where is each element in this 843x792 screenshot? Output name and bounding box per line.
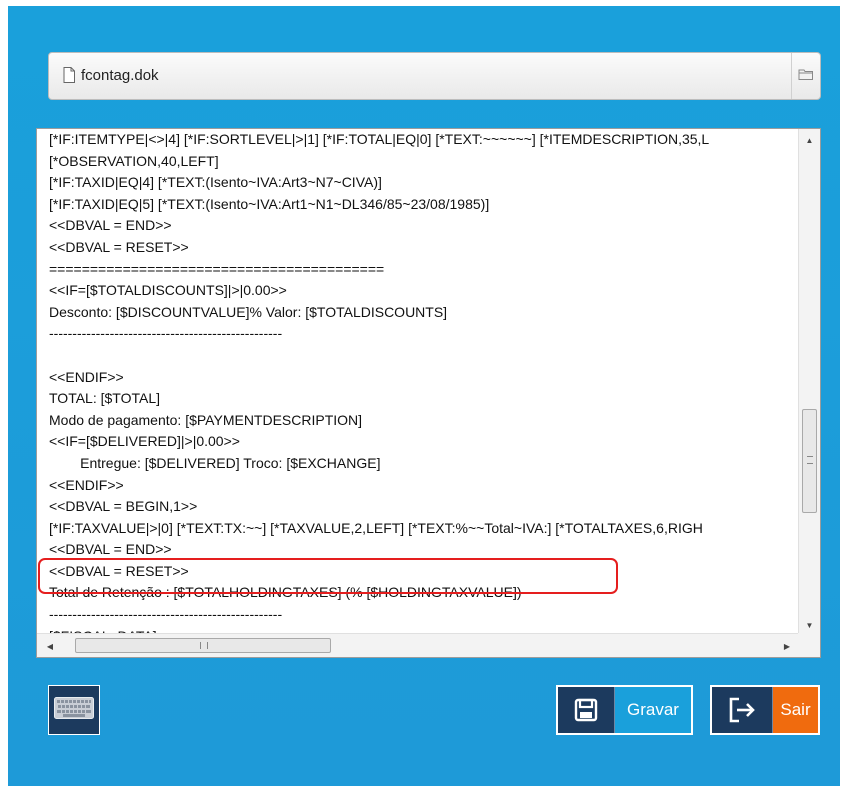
scroll-right-arrow[interactable]: ▶ — [778, 637, 796, 655]
template-line: <<IF=[$TOTALDISCOUNTS]|>|0.00>> — [49, 282, 287, 299]
template-line: [*IF:ITEMTYPE|<>|4] [*IF:SORTLEVEL|>|1] … — [49, 131, 710, 147]
template-line: ----------------------------------------… — [49, 325, 283, 342]
exit-button[interactable]: Sair — [710, 685, 820, 735]
template-line: Desconto: [$DISCOUNTVALUE]% Valor: [$TOT… — [49, 303, 448, 320]
scroll-left-arrow[interactable]: ◀ — [41, 637, 59, 655]
exit-icon — [712, 687, 773, 733]
template-line: [*OBSERVATION,40,LEFT] — [49, 152, 219, 169]
browse-folder-button[interactable] — [791, 53, 820, 99]
template-line: [*IF:TAXID|EQ|5] [*TEXT:(Isento~IVA:Art1… — [49, 195, 490, 212]
horizontal-scroll-thumb[interactable] — [75, 638, 331, 653]
file-path-bar[interactable]: fcontag.dok — [48, 52, 821, 100]
vertical-scrollbar[interactable]: ▲ ▼ — [798, 129, 820, 634]
folder-icon — [798, 67, 814, 86]
document-icon — [63, 67, 75, 83]
save-button[interactable]: Gravar — [556, 685, 693, 735]
template-line: <<ENDIF>> — [49, 476, 124, 493]
template-line — [49, 345, 797, 367]
file-name: fcontag.dok — [81, 67, 159, 84]
template-line: <<DBVAL = RESET>> — [49, 238, 189, 255]
template-line: ----------------------------------------… — [49, 606, 283, 623]
template-line: <<DBVAL = END>> — [49, 217, 172, 234]
keyboard-icon — [54, 696, 94, 724]
floppy-disk-icon — [558, 687, 615, 733]
template-line: TOTAL: [$TOTAL] — [49, 390, 160, 407]
scroll-down-arrow[interactable]: ▼ — [799, 616, 820, 634]
highlight-annotation — [38, 558, 618, 594]
template-line: [*IF:TAXVALUE|>|0] [*TEXT:TX:~~] [*TAXVA… — [49, 519, 703, 536]
vertical-scroll-thumb[interactable] — [802, 409, 817, 513]
template-line: <<DBVAL = BEGIN,1>> — [49, 498, 198, 515]
template-line: Entregue: [$DELIVERED] Troco: [$EXCHANGE… — [49, 454, 381, 471]
template-line: [*IF:TAXID|EQ|4] [*TEXT:(Isento~IVA:Art3… — [49, 174, 382, 191]
template-line: ========================================… — [49, 260, 385, 277]
scrollbar-corner — [798, 633, 820, 657]
scroll-up-arrow[interactable]: ▲ — [799, 131, 820, 149]
save-button-label: Gravar — [615, 687, 691, 733]
template-line: <<ENDIF>> — [49, 368, 124, 385]
horizontal-scrollbar[interactable]: ◀ ▶ — [37, 633, 800, 657]
template-line: <<IF=[$DELIVERED]|>|0.00>> — [49, 433, 240, 450]
template-line: Modo de pagamento: [$PAYMENTDESCRIPTION] — [49, 411, 363, 428]
keyboard-button[interactable] — [48, 685, 100, 735]
exit-button-label: Sair — [773, 687, 818, 733]
